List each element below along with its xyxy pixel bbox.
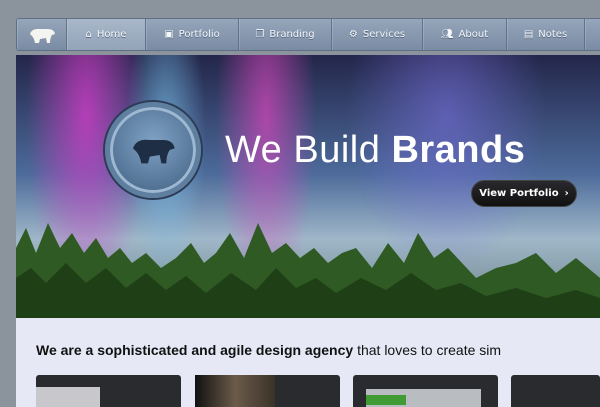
hero-headline: We Build Brands [225, 129, 526, 171]
gear-icon: ⚙ [348, 29, 358, 40]
portfolio-thumb[interactable] [511, 375, 600, 407]
home-icon: ⌂ [85, 29, 92, 40]
nav-services[interactable]: ⚙ Services [332, 19, 423, 50]
nav-about[interactable]: 👥︎ About [423, 19, 507, 50]
hero-banner: We Build Brands View Portfolio › [16, 55, 600, 318]
chevron-right-icon: › [564, 188, 569, 199]
intro-tagline: We are a sophisticated and agile design … [36, 342, 502, 358]
cards-icon: ❐ [255, 29, 265, 40]
notepad-icon: ▤ [523, 29, 534, 40]
bear-icon [29, 28, 55, 43]
portfolio-thumb[interactable] [36, 375, 181, 407]
nav-home[interactable]: ⌂ Home [67, 19, 146, 50]
view-portfolio-button[interactable]: View Portfolio › [471, 180, 577, 207]
nav-notes[interactable]: ▤ Notes [507, 19, 585, 50]
nav-branding[interactable]: ❐ Branding [239, 19, 332, 50]
nav-more[interactable] [585, 19, 600, 50]
image-icon: ▣ [164, 29, 174, 40]
portfolio-thumb[interactable] [195, 375, 340, 407]
portfolio-thumb[interactable] [353, 375, 498, 407]
bear-badge-logo [105, 102, 201, 198]
forest-illustration [16, 223, 600, 318]
main-nav: ⌂ Home ▣ Portfolio ❐ Branding ⚙ Services 👥︎ A… [16, 18, 600, 51]
nav-portfolio[interactable]: ▣ Portfolio [146, 19, 239, 50]
people-icon: 👥︎ [440, 29, 454, 40]
bear-logo[interactable] [17, 19, 67, 50]
intro-section: We are a sophisticated and agile design … [16, 318, 600, 407]
bear-icon [133, 139, 175, 164]
